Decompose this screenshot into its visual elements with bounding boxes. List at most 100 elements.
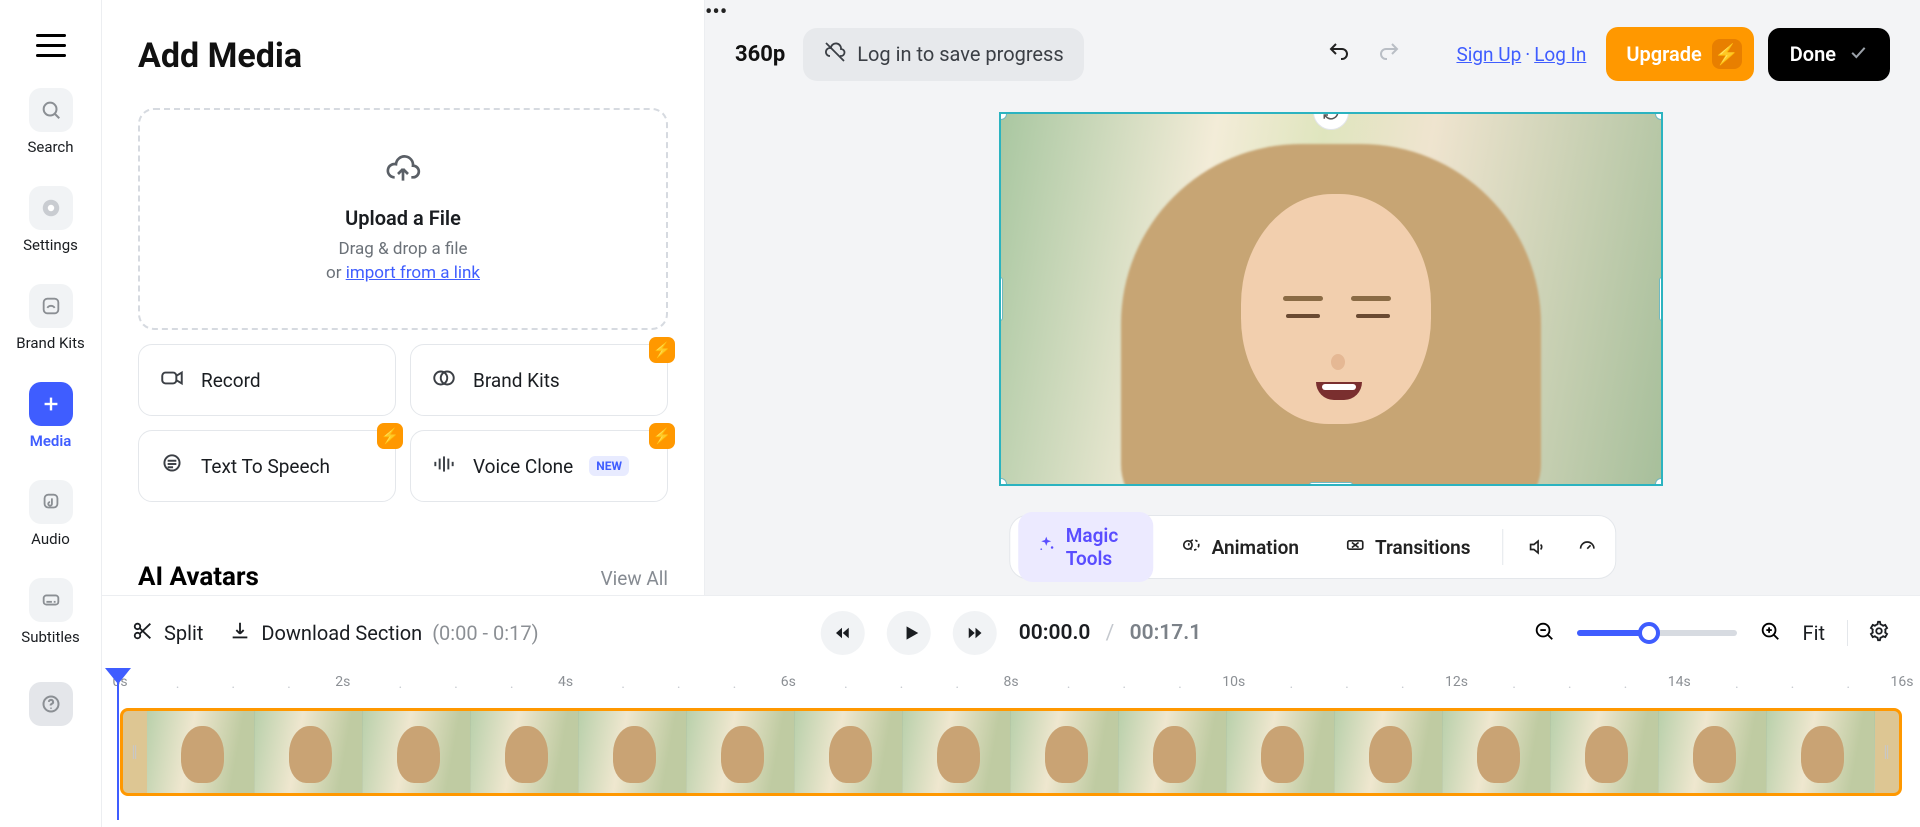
ruler-minor-tick: · xyxy=(733,680,737,696)
card-label: Brand Kits xyxy=(473,369,560,392)
timeline-ruler[interactable]: 0s···2s···4s···6s···8s···10s···12s···14s… xyxy=(120,670,1902,702)
magic-tools-label: Magic Tools xyxy=(1066,524,1136,570)
upgrade-label: Upgrade xyxy=(1626,42,1701,66)
upload-dropzone[interactable]: Upload a File Drag & drop a file or impo… xyxy=(138,108,668,330)
ruler-minor-tick: · xyxy=(1122,680,1126,696)
resolution-button[interactable]: 360p xyxy=(735,42,785,67)
sign-up-link[interactable]: Sign Up xyxy=(1456,43,1521,66)
resize-handle[interactable] xyxy=(1309,482,1353,486)
clip-trim-right[interactable]: ∥ xyxy=(1875,711,1899,793)
voice-clone-card[interactable]: Voice Clone NEW ⚡ xyxy=(410,430,668,502)
upload-or-label: or xyxy=(326,263,346,283)
zoom-slider[interactable] xyxy=(1577,630,1737,636)
menu-icon[interactable] xyxy=(36,34,66,58)
sparkle-icon xyxy=(1036,535,1056,560)
playhead[interactable] xyxy=(118,668,131,684)
resize-handle[interactable] xyxy=(999,478,1007,486)
rail-brandkits[interactable]: Brand Kits xyxy=(0,284,101,352)
ruler-minor-tick: · xyxy=(1846,680,1850,696)
ruler-label: 10s xyxy=(1222,674,1245,690)
clip-thumb xyxy=(795,711,903,793)
login-hint-pill[interactable]: Log in to save progress xyxy=(803,28,1083,81)
skip-forward-button[interactable] xyxy=(953,611,997,655)
tts-card[interactable]: Text To Speech ⚡ xyxy=(138,430,396,502)
log-in-link[interactable]: Log In xyxy=(1534,43,1586,66)
resize-handle[interactable] xyxy=(1655,112,1663,120)
ruler-minor-tick: · xyxy=(1401,680,1405,696)
top-toolbar: 360p Log in to save progress xyxy=(735,26,1890,82)
timeline-settings-button[interactable] xyxy=(1847,620,1890,646)
duration: 00:17.1 xyxy=(1130,621,1202,645)
volume-button[interactable] xyxy=(1517,527,1557,567)
ruler-minor-tick: · xyxy=(955,680,959,696)
ruler-label: 16s xyxy=(1891,674,1914,690)
preview-canvas[interactable]: 360p Log in to save progress xyxy=(704,0,1920,595)
rail-label: Settings xyxy=(23,236,78,254)
ruler-minor-tick: · xyxy=(398,680,402,696)
redo-button xyxy=(1374,40,1404,68)
done-label: Done xyxy=(1790,42,1836,66)
login-hint-text: Log in to save progress xyxy=(857,42,1063,66)
ruler-minor-tick: · xyxy=(287,680,291,696)
animation-button[interactable]: Animation xyxy=(1164,523,1317,572)
undo-button[interactable] xyxy=(1324,40,1354,68)
preview-content xyxy=(1091,112,1571,484)
magic-tools-button[interactable]: Magic Tools xyxy=(1018,512,1154,582)
download-section-button[interactable]: Download Section (0:00 - 0:17) xyxy=(229,620,538,647)
ruler-minor-tick: · xyxy=(1791,680,1795,696)
rail-media[interactable]: Media xyxy=(0,382,101,450)
ruler-label: 4s xyxy=(558,674,573,690)
done-button[interactable]: Done xyxy=(1768,28,1890,81)
rail-search[interactable]: Search xyxy=(0,88,101,156)
speed-button[interactable] xyxy=(1567,527,1607,567)
import-link[interactable]: import from a link xyxy=(346,263,480,283)
settings-icon xyxy=(29,186,73,230)
view-all-link[interactable]: View All xyxy=(601,567,668,590)
rail-subtitles[interactable]: Subtitles xyxy=(0,578,101,646)
resize-handle[interactable] xyxy=(1659,277,1663,321)
upgrade-button[interactable]: Upgrade ⚡ xyxy=(1606,27,1753,81)
clip-thumb xyxy=(363,711,471,793)
fit-button[interactable]: Fit xyxy=(1803,621,1825,645)
cloud-off-icon xyxy=(823,40,847,69)
zoom-out-button[interactable] xyxy=(1533,620,1555,646)
split-button[interactable]: Split xyxy=(132,620,203,647)
clip-thumb xyxy=(1767,711,1875,793)
avatars-heading: AI Avatars xyxy=(138,562,259,592)
editor-main: 360p Log in to save progress xyxy=(704,0,1920,595)
timeline-clip[interactable]: ∥ ∥ xyxy=(120,708,1902,796)
play-button[interactable] xyxy=(887,611,931,655)
new-badge: NEW xyxy=(589,456,629,476)
ruler-minor-tick: · xyxy=(1345,680,1349,696)
rail-help[interactable] xyxy=(0,682,101,726)
transitions-button[interactable]: Transitions xyxy=(1327,523,1489,572)
waveform-icon xyxy=(431,451,457,481)
clip-thumb xyxy=(1335,711,1443,793)
resize-handle[interactable] xyxy=(999,277,1003,321)
more-button[interactable]: ••• xyxy=(705,0,1920,25)
ruler-label: 8s xyxy=(1003,674,1018,690)
video-preview[interactable] xyxy=(999,112,1663,486)
ruler-label: 12s xyxy=(1445,674,1468,690)
resize-handle[interactable] xyxy=(999,112,1007,120)
rail-audio[interactable]: Audio xyxy=(0,480,101,548)
resize-handle[interactable] xyxy=(1655,478,1663,486)
clip-thumb xyxy=(1119,711,1227,793)
left-rail: Search Settings Brand Kits Media Audio xyxy=(0,0,102,827)
rail-settings[interactable]: Settings xyxy=(0,186,101,254)
transitions-label: Transitions xyxy=(1375,536,1471,559)
separator xyxy=(1503,529,1504,565)
audio-note-icon xyxy=(29,480,73,524)
clip-trim-left[interactable]: ∥ xyxy=(123,711,147,793)
clip-thumbnails xyxy=(147,711,1875,793)
ruler-minor-tick: · xyxy=(231,680,235,696)
record-card[interactable]: Record xyxy=(138,344,396,416)
animation-label: Animation xyxy=(1212,536,1299,559)
ruler-minor-tick: · xyxy=(1624,680,1628,696)
brand-kits-card[interactable]: Brand Kits ⚡ xyxy=(410,344,668,416)
auth-links: Sign Up·Log In xyxy=(1456,43,1586,66)
zoom-in-button[interactable] xyxy=(1759,620,1781,646)
ruler-minor-tick: · xyxy=(900,680,904,696)
skip-back-button[interactable] xyxy=(821,611,865,655)
timeline-area: Split Download Section (0:00 - 0:17) xyxy=(102,595,1920,827)
